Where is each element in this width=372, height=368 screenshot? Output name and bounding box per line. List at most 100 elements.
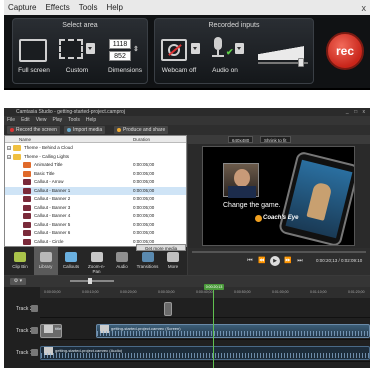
dimensions-label: Dimensions: [108, 67, 142, 74]
track-header[interactable]: Track 2: [6, 322, 40, 340]
timeline-zoom-slider[interactable]: [70, 280, 114, 282]
webcam-dropdown-icon[interactable]: [191, 43, 200, 54]
custom-dropdown-icon[interactable]: [86, 43, 95, 54]
full-screen-icon: [19, 39, 47, 62]
tab-audio[interactable]: Audio: [110, 247, 134, 275]
tab-zoom-n-pan[interactable]: Zoom-n-Pan: [85, 247, 109, 275]
preview-dimensions-dropdown[interactable]: 640x480: [228, 136, 254, 143]
track-name: Track 2: [16, 328, 33, 334]
timeline-clip[interactable]: title-slide: [40, 324, 62, 338]
rewind-icon[interactable]: ⏪: [258, 257, 266, 265]
clip-list-item[interactable]: Basic Title 0:00:05;00: [5, 170, 186, 178]
clip-list-item[interactable]: Callout - Banner 5 0:00:05;00: [5, 221, 186, 229]
tab-more[interactable]: More: [161, 247, 185, 275]
tab-clip-bin[interactable]: Clip Bin: [8, 247, 32, 275]
clip-name: Callout - Banner 2: [34, 196, 71, 201]
record-button[interactable]: rec: [326, 32, 364, 70]
tab-label: Library: [38, 264, 53, 269]
ruler-tick-label: 0:00:50;00: [234, 290, 251, 294]
editor-toolbar: Record the screen Import media Produce a…: [4, 125, 370, 135]
clip-bin-panel: Name Duration + Theme - Behind a Cloud + Th…: [4, 135, 187, 247]
clip-list-item[interactable]: Callout - Banner 1 0:00:05;00: [5, 186, 186, 195]
clip-list-item[interactable]: + Theme - Calling Lights: [5, 153, 186, 161]
clip-duration: 0:00:05;00: [133, 179, 155, 184]
track-lane[interactable]: getting-started-project.camrec (Audio): [40, 344, 370, 362]
timeline-clip[interactable]: [164, 302, 172, 316]
width-input[interactable]: 1118: [109, 39, 131, 49]
menu-view[interactable]: View: [36, 116, 47, 125]
audio-level-knob[interactable]: [297, 58, 304, 67]
track-header[interactable]: Track 3: [6, 300, 40, 318]
tab-callouts[interactable]: Callouts: [59, 247, 83, 275]
clip-list-item[interactable]: Callout - Arrow 0:00:05;00: [5, 178, 186, 186]
record-screen-button[interactable]: Record the screen: [7, 126, 60, 134]
menu-help[interactable]: Help: [86, 116, 96, 125]
media-thumbnail-icon: [23, 204, 31, 211]
import-media-button[interactable]: Import media: [64, 126, 106, 134]
record-dot-icon: [10, 127, 14, 132]
next-clip-icon[interactable]: ⏭: [296, 257, 304, 265]
menu-help[interactable]: Help: [106, 0, 122, 15]
menu-edit[interactable]: Edit: [21, 116, 30, 125]
preview-scrubber[interactable]: [192, 251, 366, 253]
clip-list-item[interactable]: Callout - Banner 2 0:00:05;00: [5, 195, 186, 203]
video-preview-canvas[interactable]: Change the game. Coach's Eye: [202, 146, 355, 246]
ruler-tick-label: 0:00:20;00: [120, 290, 137, 294]
menu-effects[interactable]: Effects: [45, 0, 69, 15]
audio-level-slider[interactable]: [258, 40, 308, 67]
tab-library[interactable]: Library: [33, 247, 58, 275]
shrink-to-fit-dropdown[interactable]: Shrink to fit: [260, 136, 291, 143]
menu-tools[interactable]: Tools: [79, 0, 98, 15]
menu-tools[interactable]: Tools: [68, 116, 80, 125]
track-lock-icon[interactable]: [31, 349, 38, 356]
track-lock-icon[interactable]: [31, 305, 38, 312]
lock-aspect-icon[interactable]: ⇕: [133, 45, 139, 53]
ruler-tick-label: 0:00:10;00: [82, 290, 99, 294]
editor-menubar: File Edit View Play Tools Help: [4, 116, 370, 125]
menu-capture[interactable]: Capture: [8, 0, 36, 15]
clip-list-item[interactable]: Animated Title 0:00:05;00: [5, 161, 186, 169]
play-button[interactable]: ▶: [270, 256, 280, 266]
recorded-inputs-title: Recorded inputs: [208, 22, 260, 29]
col-name-header[interactable]: Name: [19, 136, 31, 143]
clip-name: Callout - Banner 4: [34, 213, 71, 218]
previous-clip-icon[interactable]: ⏮: [246, 257, 254, 265]
timeline-settings-button[interactable]: ⚙ ▾: [10, 278, 26, 285]
clip-thumbnail-icon: [44, 325, 53, 333]
expand-icon[interactable]: +: [7, 154, 11, 159]
expand-icon[interactable]: +: [7, 146, 11, 150]
media-thumbnail-icon: [23, 170, 31, 177]
timeline-zoom-knob[interactable]: [88, 278, 92, 284]
tab-transitions[interactable]: Transitions: [136, 247, 160, 275]
col-duration-header[interactable]: Duration: [133, 136, 150, 143]
playhead-marker[interactable]: 0:00:20;13: [204, 284, 224, 290]
track-lane[interactable]: [40, 300, 370, 318]
menu-file[interactable]: File: [7, 116, 15, 125]
track-header[interactable]: Track 1: [6, 344, 40, 362]
audio-waveform: [41, 353, 369, 358]
audio-waveform: [97, 331, 369, 336]
media-thumbnail-icon: [23, 230, 31, 236]
menu-play[interactable]: Play: [52, 116, 62, 125]
clip-list-item[interactable]: Callout - Banner 3 0:00:05;00: [5, 204, 186, 212]
clip-list-item[interactable]: + Theme - Behind a Cloud: [5, 144, 186, 152]
audio-dropdown-icon[interactable]: [235, 43, 244, 54]
timeline-toolbar: ⚙ ▾: [4, 276, 370, 287]
timeline-clip[interactable]: getting-started-project.camrec (Audio): [40, 346, 370, 360]
close-icon[interactable]: x: [362, 1, 367, 16]
height-input[interactable]: 852: [109, 51, 131, 61]
window-controls[interactable]: _ □ x: [346, 108, 367, 116]
zoom-n-pan-icon: [90, 252, 103, 262]
track-lane[interactable]: title-slide getting-started-project.camre…: [40, 322, 370, 340]
full-screen-label: Full screen: [18, 67, 50, 74]
produce-share-button[interactable]: Produce and share: [114, 126, 169, 134]
fast-forward-icon[interactable]: ⏩: [284, 257, 292, 265]
track-lock-icon[interactable]: [31, 327, 38, 334]
clip-list-item[interactable]: Callout - Banner 4 0:00:05;00: [5, 212, 186, 220]
playback-controls: ⏮ ⏪ ▶ ⏩ ⏭ 0:00:20;13 / 0:02:09:10: [188, 248, 370, 275]
clip-list-item[interactable]: Callout - Banner 6 0:00:05;00: [5, 229, 186, 237]
presenter-image: [223, 163, 259, 198]
timeline-clip[interactable]: getting-started-project.camrec (Screen): [96, 324, 370, 338]
tab-label: More: [167, 264, 179, 269]
more-icon: [167, 252, 179, 262]
